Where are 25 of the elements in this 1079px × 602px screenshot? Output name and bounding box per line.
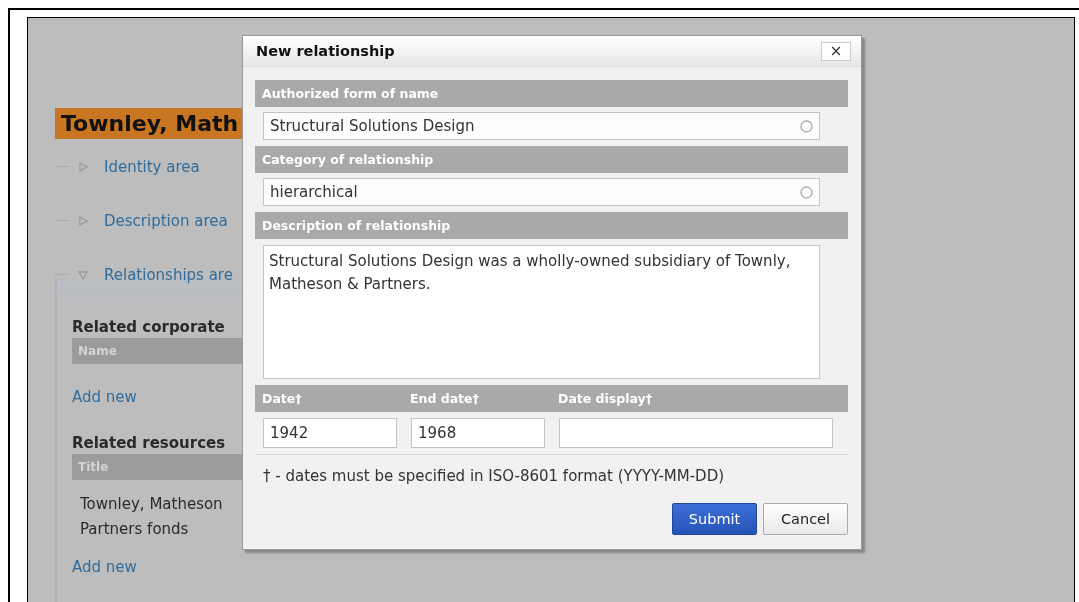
subsection-title: Related resources (72, 434, 227, 452)
field-label: Authorized form of name (255, 80, 848, 107)
date-label: End date† (409, 391, 480, 406)
triangle-right-icon[interactable] (78, 215, 88, 226)
date-label: Date display† (557, 391, 653, 406)
date-field[interactable]: 1942 (263, 418, 397, 448)
field-label: Description of relationship (255, 212, 848, 239)
dialog-title: New relationship (256, 43, 395, 59)
subsection-title: Related corporate (72, 318, 226, 336)
triangle-down-icon[interactable] (78, 269, 88, 280)
date-label: Date† (261, 391, 303, 406)
circle-icon (800, 120, 813, 133)
table-cell-text: Townley, Matheson Partners fonds (79, 494, 224, 540)
triangle-right-icon[interactable] (78, 161, 88, 172)
circle-icon (800, 186, 813, 199)
close-button[interactable]: × (821, 41, 851, 61)
date-field[interactable] (559, 418, 833, 448)
page-heading: Townley, Math (55, 108, 245, 139)
autocomplete-field[interactable]: hierarchical (263, 178, 820, 206)
cancel-button[interactable]: Cancel (763, 503, 848, 535)
submit-button[interactable]: Submit (672, 503, 757, 535)
field-label: Category of relationship (255, 146, 848, 173)
description-field[interactable]: Structural Solutions Design was a wholly-owned subsidiary of Townly, Matheson & Partners. (263, 245, 820, 379)
date-field[interactable]: 1968 (411, 418, 545, 448)
autocomplete-field[interactable]: Structural Solutions Design (263, 112, 820, 140)
